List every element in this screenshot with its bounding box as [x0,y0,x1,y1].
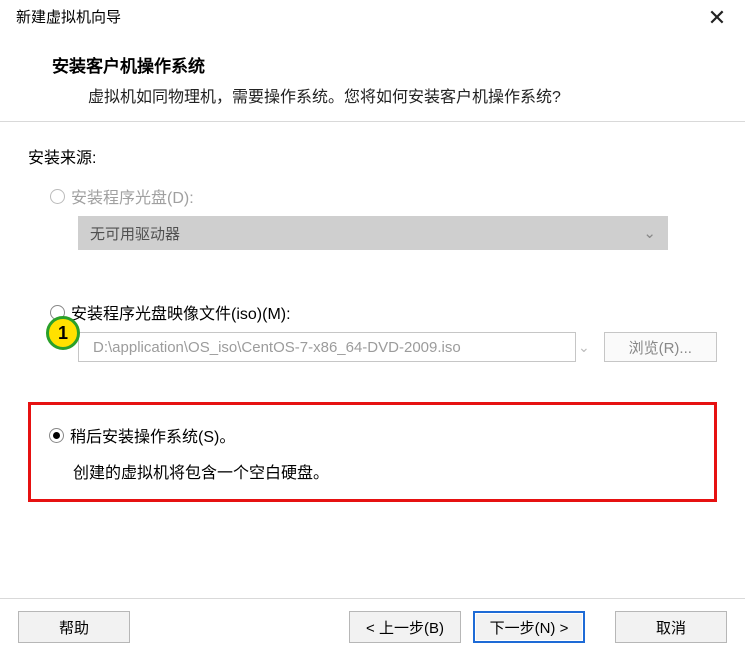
annotation-badge: 1 [46,316,80,350]
titlebar: 新建虚拟机向导 ✕ [0,0,745,30]
next-button[interactable]: 下一步(N) > [473,611,585,643]
iso-path-combobox[interactable]: D:\application\OS_iso\CentOS-7-x86_64-DV… [78,332,576,362]
option-installer-disc: 安装程序光盘(D): 无可用驱动器 ⌄ [50,184,717,250]
iso-path-value: D:\application\OS_iso\CentOS-7-x86_64-DV… [93,339,461,356]
drive-dropdown-text: 无可用驱动器 [90,223,180,244]
chevron-down-icon: ⌄ [578,339,590,356]
install-source-label: 安装来源: [28,144,717,168]
radio-iso-label: 安装程序光盘映像文件(iso)(M): [71,300,291,324]
iso-row: 1 D:\application\OS_iso\CentOS-7-x86_64-… [50,332,717,362]
close-button[interactable]: ✕ [701,6,733,30]
header-subtitle: 虚拟机如同物理机，需要操作系统。您将如何安装客户机操作系统? [88,83,745,107]
wizard-footer: 帮助 < 上一步(B) 下一步(N) > 取消 [0,599,745,655]
radio-install-later[interactable]: 稍后安装操作系统(S)。 [49,423,696,447]
radio-icon [50,189,65,204]
header-title: 安装客户机操作系统 [52,52,745,77]
close-icon: ✕ [708,5,726,31]
drive-dropdown: 无可用驱动器 ⌄ [78,216,668,250]
wizard-content: 安装来源: 安装程序光盘(D): 无可用驱动器 ⌄ 安装程序光盘映像文件(iso… [0,122,745,598]
chevron-down-icon: ⌄ [643,224,656,242]
radio-installer-disc: 安装程序光盘(D): [50,184,717,208]
radio-icon [49,428,64,443]
back-button[interactable]: < 上一步(B) [349,611,461,643]
radio-installer-disc-label: 安装程序光盘(D): [71,184,194,208]
browse-button[interactable]: 浏览(R)... [604,332,717,362]
option-iso-file: 安装程序光盘映像文件(iso)(M): 1 D:\application\OS_… [50,300,717,362]
radio-iso-file[interactable]: 安装程序光盘映像文件(iso)(M): [50,300,717,324]
wizard-header: 安装客户机操作系统 虚拟机如同物理机，需要操作系统。您将如何安装客户机操作系统? [0,30,745,122]
help-button[interactable]: 帮助 [18,611,130,643]
install-later-description: 创建的虚拟机将包含一个空白硬盘。 [73,459,696,483]
option-install-later-highlight: 稍后安装操作系统(S)。 创建的虚拟机将包含一个空白硬盘。 [28,402,717,502]
new-vm-wizard-dialog: 新建虚拟机向导 ✕ 安装客户机操作系统 虚拟机如同物理机，需要操作系统。您将如何… [0,0,745,655]
radio-install-later-label: 稍后安装操作系统(S)。 [70,423,235,447]
window-title: 新建虚拟机向导 [16,6,121,27]
cancel-button[interactable]: 取消 [615,611,727,643]
